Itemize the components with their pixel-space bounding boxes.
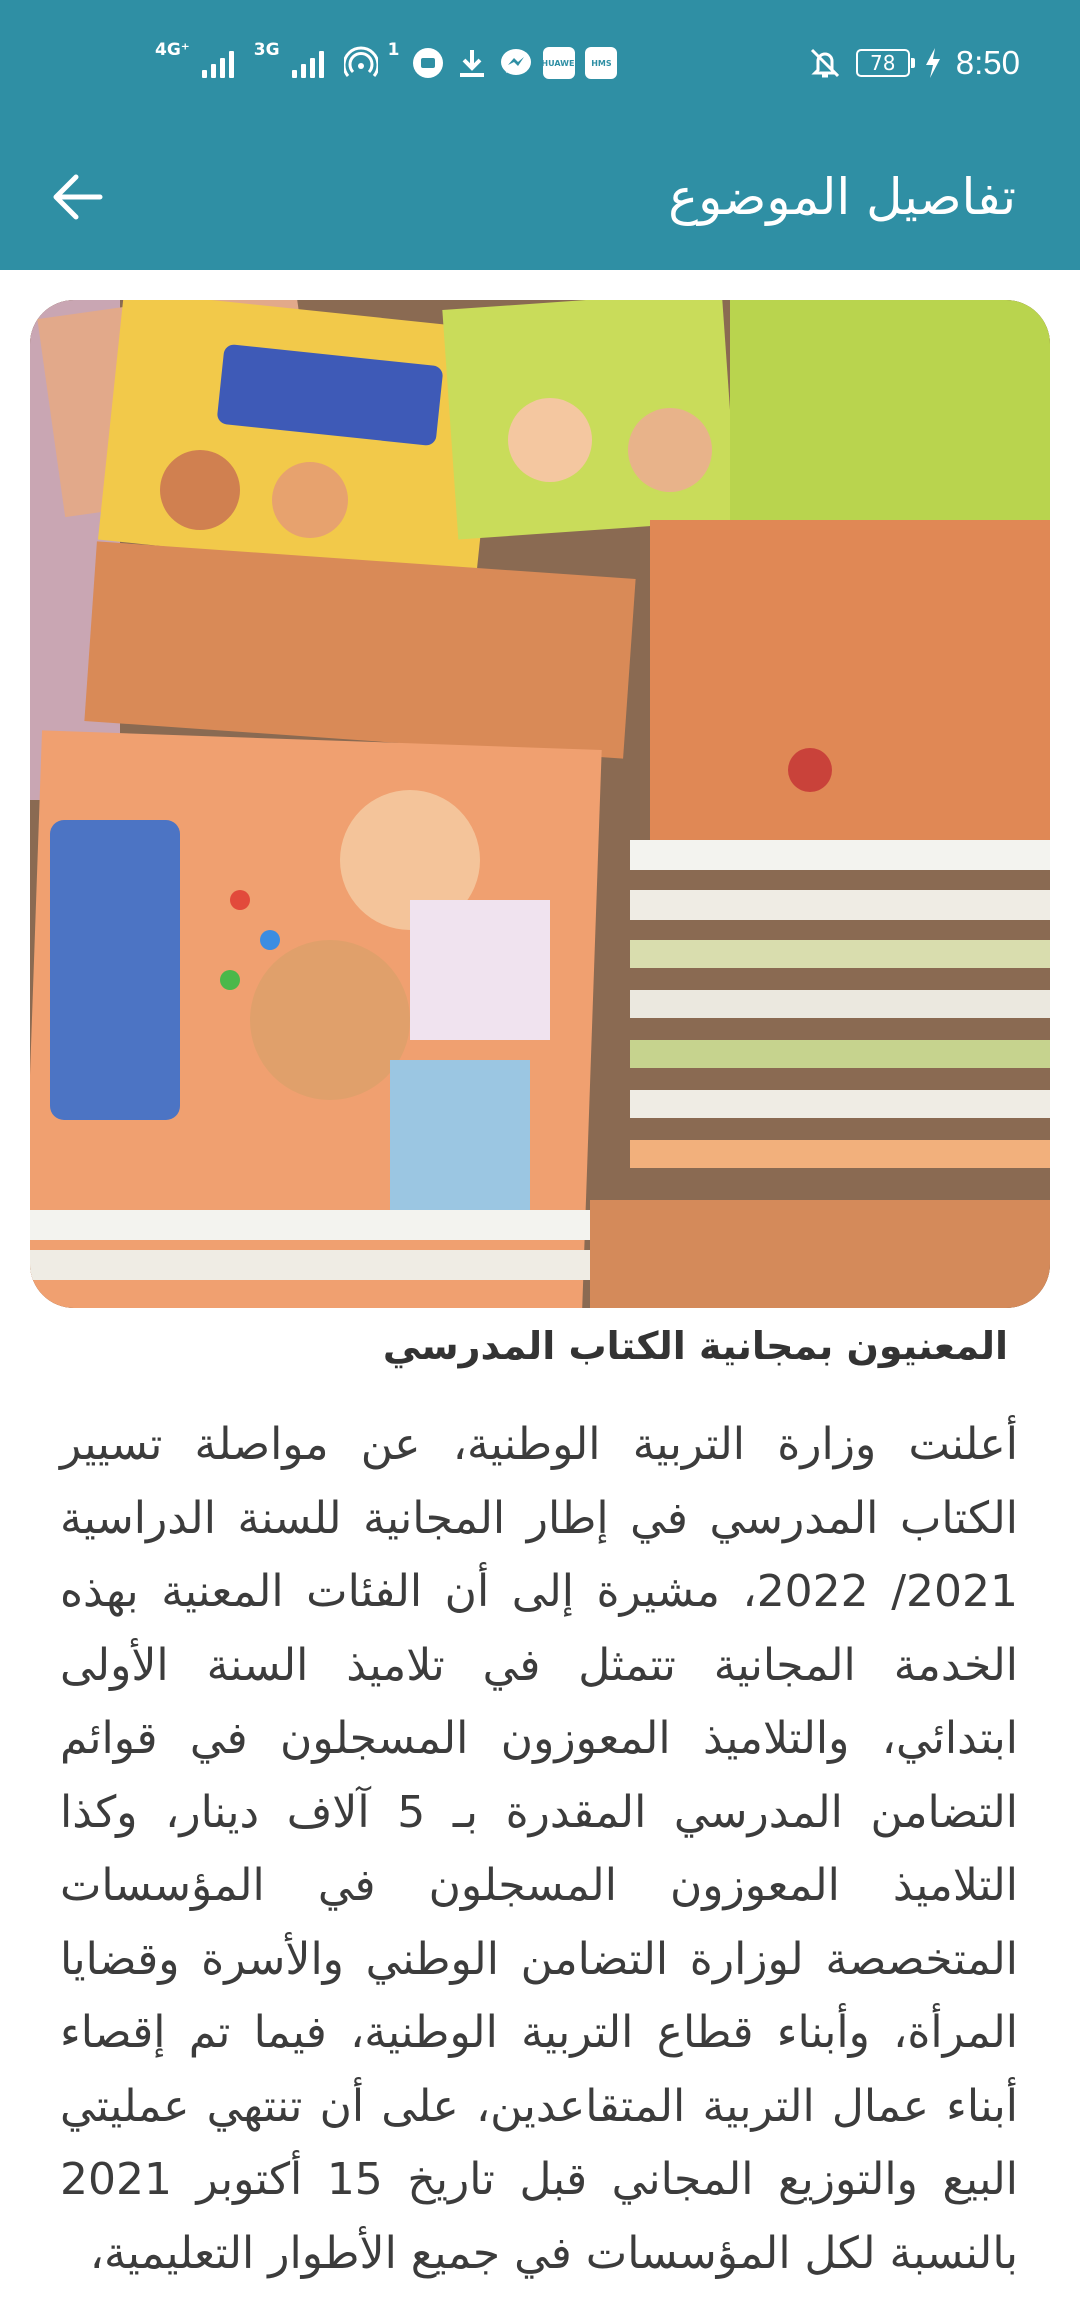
back-button[interactable] [40, 159, 116, 235]
messenger-icon [499, 46, 533, 80]
hotspot-icon [343, 46, 378, 80]
notifications-off-icon [808, 46, 842, 80]
charging-bolt-icon [924, 46, 942, 80]
clock: 8:50 [955, 44, 1020, 81]
download-manager-icon [411, 46, 445, 80]
signal-strength-icon-2 [291, 48, 324, 78]
signal-strength-icon [201, 48, 234, 78]
article-image[interactable] [30, 300, 1050, 1308]
network-type-label-2: 3G [253, 40, 280, 60]
download-icon [455, 46, 489, 80]
huawei-app-icon: HUAWEI [541, 47, 577, 79]
article-heading: المعنيون بمجانية الكتاب المدرسي [382, 1324, 1008, 1368]
status-bar: 4G⁺ 3G 1 HUAWEI HMS 78 8:50 [0, 0, 1080, 124]
app-bar: تفاصيل الموضوع [0, 124, 1080, 270]
status-icons-left: 4G⁺ 3G 1 HUAWEI HMS [155, 38, 618, 88]
status-icons-right: 78 8:50 [808, 38, 1020, 88]
school-textbooks-photo-icon [30, 300, 1050, 1308]
hms-app-icon: HMS [585, 47, 618, 79]
network-type-label-1: 4G⁺ [155, 40, 190, 60]
battery-level: 78 [870, 51, 896, 75]
hotspot-count: 1 [387, 40, 400, 60]
page-title: تفاصيل الموضوع [668, 168, 1016, 226]
battery-icon: 78 [855, 49, 915, 77]
article-body: أعلنت وزارة التربية الوطنية، عن مواصلة ت… [60, 1419, 1018, 2279]
arrow-left-icon [53, 174, 103, 220]
